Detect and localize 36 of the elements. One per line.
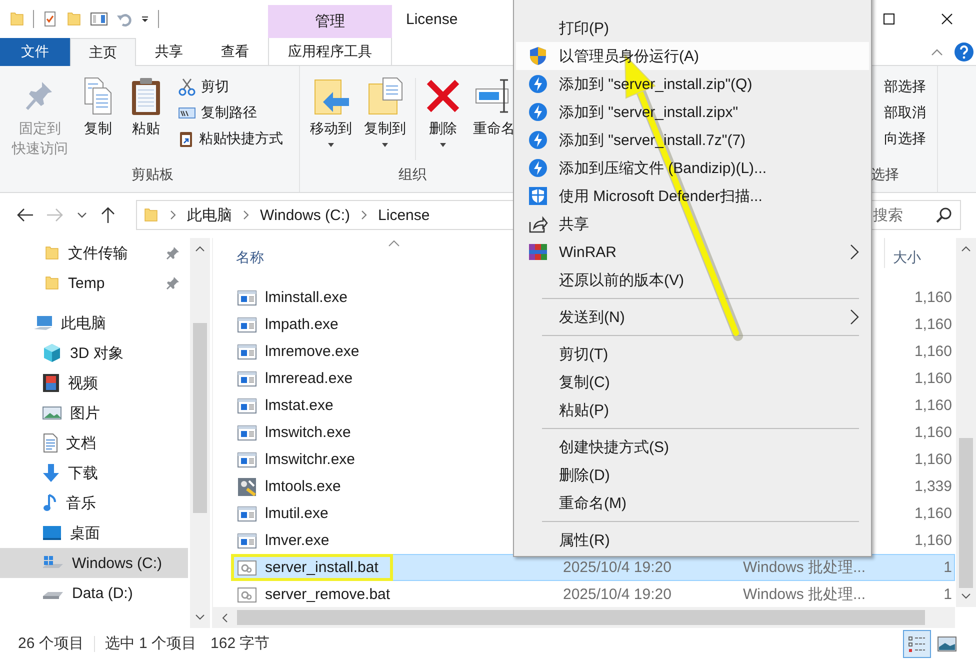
file-size: 1,160 (913, 451, 953, 468)
file-name: lmver.exe (265, 532, 330, 549)
selection-size: 162 字节 (210, 634, 270, 653)
item-count: 26 个项目 (18, 634, 84, 653)
file-size: 1 (942, 586, 953, 603)
file-name: server_remove.bat (265, 586, 390, 603)
file-type: Windows 批处理... (742, 559, 866, 576)
file-size: 1,160 (913, 424, 953, 441)
file-name: lmpath.exe (265, 316, 338, 333)
file-name: lmreread.exe (265, 370, 353, 387)
file-size: 1,160 (913, 343, 953, 360)
selection-count: 选中 1 个项目 (104, 634, 197, 653)
file-size: 1,160 (913, 370, 953, 387)
file-name: lmswitch.exe (265, 424, 351, 441)
file-name: lmremove.exe (265, 343, 360, 360)
window-title: License (406, 10, 458, 28)
file-type: Windows 批处理... (742, 586, 866, 603)
file-size: 1,160 (913, 505, 953, 522)
group-label: 组织 (398, 166, 428, 184)
file-size: 1,160 (913, 532, 953, 549)
group-label: 选择 (871, 166, 900, 184)
file-size: 1,160 (913, 289, 953, 306)
file-size: 1,160 (913, 397, 953, 414)
file-size: 1 (942, 559, 953, 576)
file-name: lmtools.exe (265, 478, 341, 495)
group-label: 剪贴板 (130, 166, 174, 184)
file-size: 1,160 (913, 316, 953, 333)
file-name: lmswitchr.exe (265, 451, 356, 468)
file-date: 2025/10/4 19:20 (562, 559, 672, 576)
file-date: 2025/10/4 19:20 (562, 586, 672, 603)
context-tab-header: 管理 (268, 5, 392, 38)
file-name: lmutil.exe (265, 505, 328, 522)
file-size: 1,339 (913, 478, 953, 495)
file-name: server_install.bat (265, 559, 378, 576)
file-name: lmstat.exe (265, 397, 334, 414)
file-name: lminstall.exe (265, 289, 348, 306)
